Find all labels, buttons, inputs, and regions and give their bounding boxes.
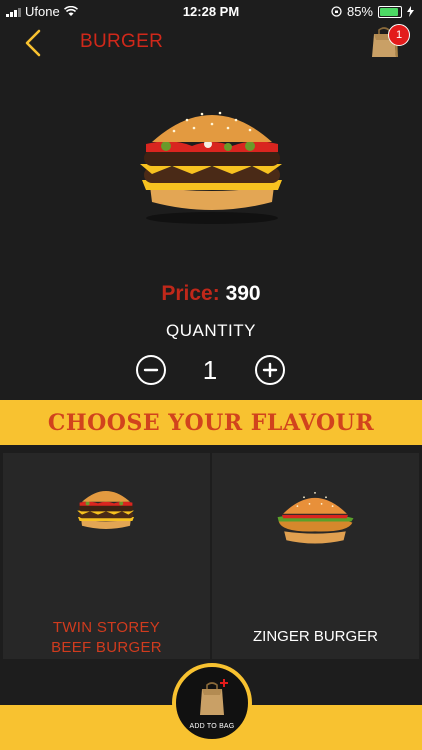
- cart-count-badge: 1: [388, 24, 410, 46]
- option-name: ZINGER BURGER: [252, 628, 378, 645]
- minus-icon: [136, 355, 166, 385]
- back-button[interactable]: [22, 28, 46, 58]
- status-bar: Ufone 12:28 PM 85%: [0, 0, 422, 22]
- page-title: BURGER: [80, 31, 164, 52]
- twin-storey-burger-image: [77, 491, 134, 529]
- status-right: 85%: [331, 4, 414, 19]
- orientation-lock-icon: [331, 6, 342, 17]
- option-name: TWIN STOREY BEEF BURGER: [51, 619, 162, 656]
- flavour-option-zinger[interactable]: ZINGER BURGER: [212, 453, 419, 659]
- price-label: Price:: [161, 282, 220, 305]
- plus-icon: [255, 355, 285, 385]
- battery-percent: 85%: [346, 4, 373, 19]
- charging-icon: [407, 6, 414, 17]
- increase-quantity-button[interactable]: [254, 354, 286, 386]
- product-image: [140, 111, 282, 224]
- chevron-left-icon: [25, 29, 41, 57]
- quantity-value: 1: [202, 355, 218, 385]
- quantity-label: QUANTITY: [166, 321, 256, 340]
- add-to-bag-button[interactable]: ADD TO BAG: [172, 663, 252, 743]
- shopping-bag-icon: [200, 679, 228, 715]
- price: Price: 390: [0, 282, 422, 306]
- price-value: 390: [225, 282, 261, 305]
- decrease-quantity-button[interactable]: [135, 354, 167, 386]
- add-to-bag-label: ADD TO BAG: [189, 723, 235, 730]
- zinger-burger-image: [277, 492, 354, 544]
- battery-icon: [378, 5, 402, 18]
- flavour-option-twin-storey-beef[interactable]: TWIN STOREY BEEF BURGER: [3, 453, 210, 659]
- flavour-banner: CHOOSE YOUR FLAVOUR: [0, 400, 422, 445]
- flavour-title: CHOOSE YOUR FLAVOUR: [47, 409, 375, 436]
- flavour-options: TWIN STOREY BEEF BURGER ZINGER BURGER: [3, 453, 419, 659]
